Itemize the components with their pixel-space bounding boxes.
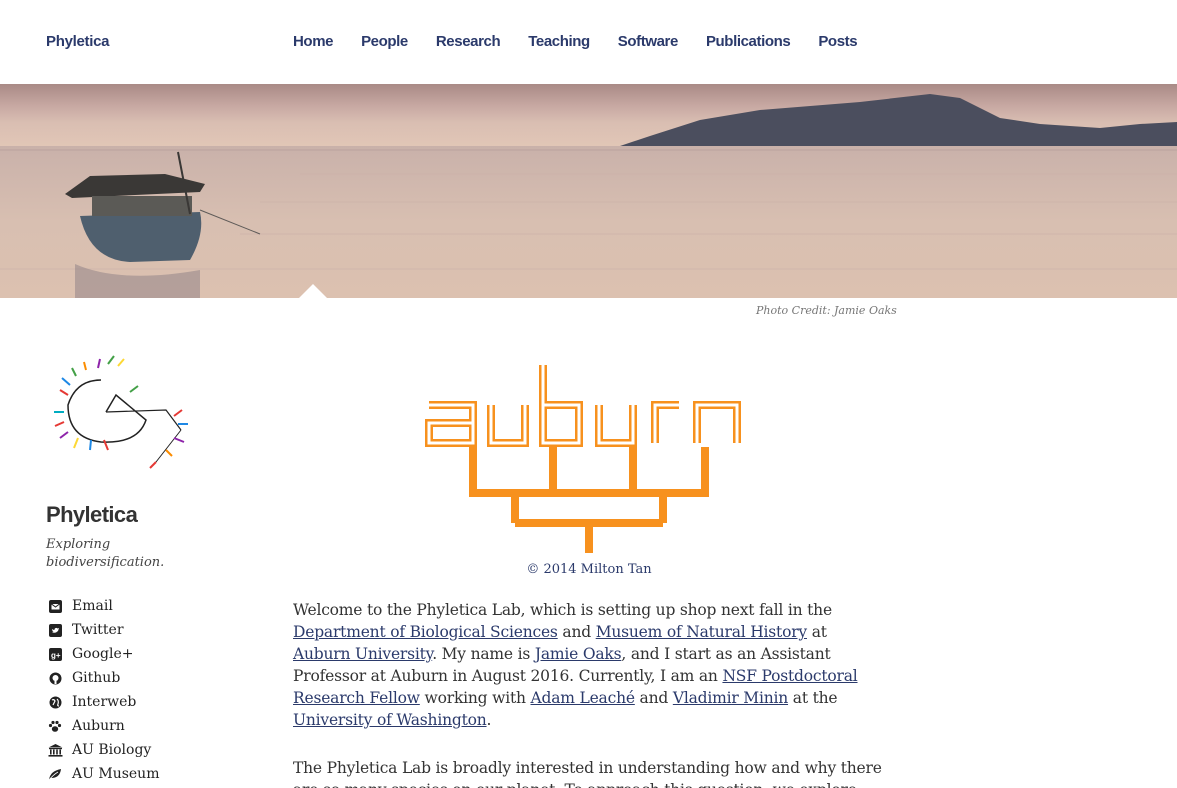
auburn-phylogeny-logo [425,365,741,553]
welcome-paragraph: Welcome to the Phyletica Lab, which is s… [293,599,885,731]
vladimir-minin-link[interactable]: Vladimir Minin [673,689,788,707]
sidebar-link-label[interactable]: Twitter [72,622,124,638]
sidebar-link-email[interactable]: Email [46,594,246,618]
globe-icon [46,695,64,709]
sidebar-link-github[interactable]: Github [46,666,246,690]
brand-link[interactable]: Phyletica [46,33,109,50]
uw-link[interactable]: University of Washington [293,711,487,729]
sidebar-link-label[interactable]: AU Museum [72,766,159,782]
nav-posts[interactable]: Posts [818,33,857,50]
google-plus-icon: g+ [46,647,64,661]
sidebar-link-au-museum[interactable]: AU Museum [46,762,246,786]
nav-research[interactable]: Research [436,33,501,50]
banner-landscape-illustration [0,84,1177,298]
site-title: Phyletica [46,502,138,527]
text: and [557,623,596,641]
sidebar-link-label[interactable]: Interweb [72,694,136,710]
adam-leache-link[interactable]: Adam Leaché [531,689,636,707]
sidebar-link-label[interactable]: Email [72,598,113,614]
text: at [806,623,827,641]
main-nav: Home People Research Teaching Software P… [293,33,885,50]
github-icon [46,671,64,685]
paw-icon [46,719,64,733]
text: . My name is [432,645,535,663]
site-tagline: Exploring biodiversification. [46,537,165,570]
text: working with [419,689,531,707]
banner-notch [298,284,328,299]
nav-software[interactable]: Software [618,33,679,50]
sidebar-link-interweb[interactable]: Interweb [46,690,246,714]
sidebar-link-google-plus[interactable]: g+ Google+ [46,642,246,666]
leaf-icon [46,767,64,781]
svg-text:g+: g+ [51,651,61,660]
photo-credit: Photo Credit: Jamie Oaks [756,304,897,317]
text: Welcome to the Phyletica Lab, which is s… [293,601,832,619]
sidebar-link-label[interactable]: Github [72,670,120,686]
text: . [486,711,492,729]
auburn-university-link[interactable]: Auburn University [293,645,432,663]
nav-home[interactable]: Home [293,33,333,50]
lab-interest-paragraph: The Phyletica Lab is broadly interested … [293,759,882,788]
institution-icon [46,743,64,757]
phyletica-logo-tree [54,355,188,469]
sidebar-link-label[interactable]: Auburn [72,718,125,734]
text: and [634,689,673,707]
social-links: Email Twitter g+ Google+ Github Interweb [46,594,246,786]
nav-people[interactable]: People [361,33,408,50]
jamie-oaks-link[interactable]: Jamie Oaks [535,645,622,663]
sidebar-link-label[interactable]: Google+ [72,646,134,662]
museum-link[interactable]: Musuem of Natural History [596,623,807,641]
text: at the [788,689,838,707]
sidebar: Phyletica Exploring biodiversification. … [46,350,246,786]
twitter-icon [46,623,64,637]
sidebar-link-label[interactable]: AU Biology [72,742,151,758]
nav-publications[interactable]: Publications [706,33,791,50]
sidebar-link-auburn[interactable]: Auburn [46,714,246,738]
sidebar-link-twitter[interactable]: Twitter [46,618,246,642]
email-icon [46,599,64,613]
logo-caption: © 2014 Milton Tan [526,562,652,577]
main-content: © 2014 Milton Tan Welcome to the Phyleti… [293,355,885,788]
nav-teaching[interactable]: Teaching [528,33,590,50]
sidebar-link-au-biology[interactable]: AU Biology [46,738,246,762]
banner-image [0,84,1177,298]
dept-bio-sci-link[interactable]: Department of Biological Sciences [293,623,558,641]
top-navbar: Phyletica Home People Research Teaching … [0,0,1177,84]
